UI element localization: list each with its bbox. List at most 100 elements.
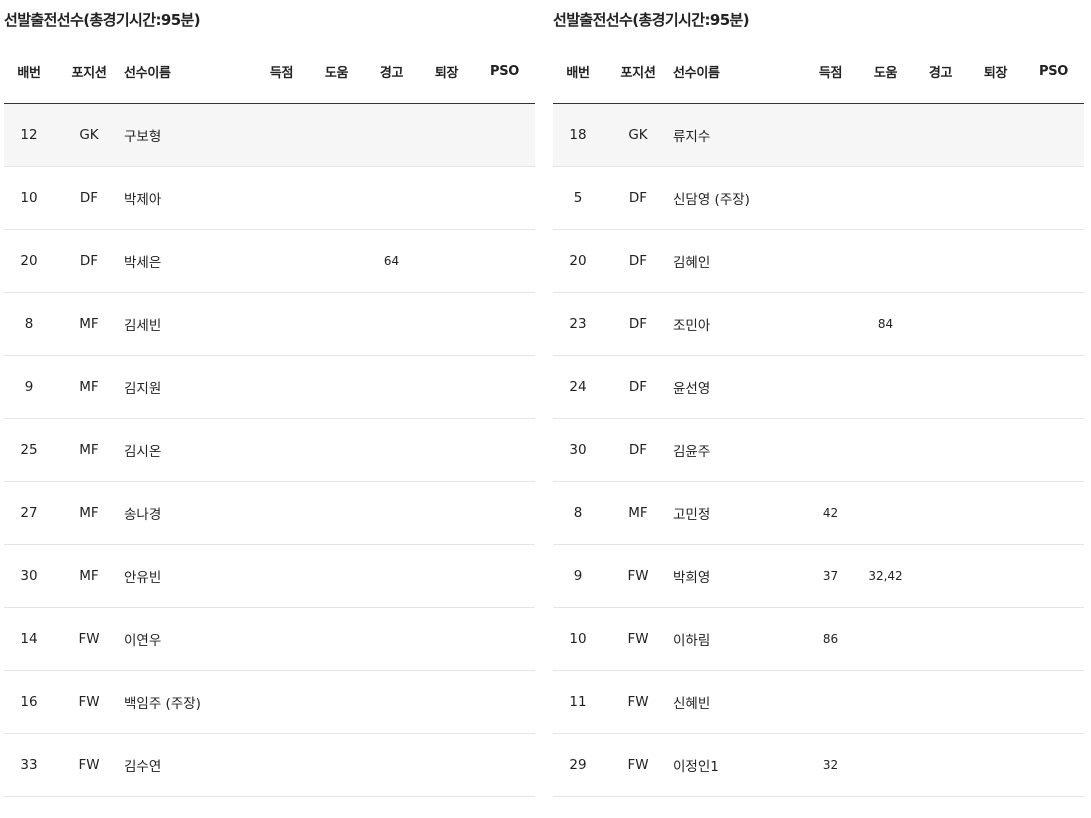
player-pso bbox=[1023, 481, 1084, 545]
player-ejections bbox=[968, 229, 1023, 293]
player-ejections bbox=[968, 607, 1023, 671]
player-goals bbox=[254, 481, 309, 545]
player-name: 박세은 bbox=[124, 229, 254, 293]
table-row: 16 FW 백임주 (주장) bbox=[4, 670, 535, 734]
player-pso bbox=[474, 292, 535, 356]
player-number: 33 bbox=[4, 733, 54, 797]
table-row: 18 GK 류지수 bbox=[553, 103, 1084, 167]
header-goals: 득점 bbox=[803, 40, 858, 104]
lineup-table: 배번 포지션 선수이름 득점 도움 경고 퇴장 PSO 18 GK 류지수 5 DF 신담… bbox=[553, 40, 1084, 797]
player-position: DF bbox=[54, 166, 124, 230]
player-position: GK bbox=[603, 103, 673, 167]
player-position: FW bbox=[54, 607, 124, 671]
player-ejections bbox=[968, 670, 1023, 734]
player-pso bbox=[474, 733, 535, 797]
player-assists bbox=[858, 670, 913, 734]
player-number: 5 bbox=[553, 166, 603, 230]
player-warnings bbox=[364, 166, 419, 230]
lineup-table-body: 12 GK 구보형 10 DF 박제아 20 DF 박세은 64 8 MF 김세빈 9 MF 김지원 25 MF 김… bbox=[4, 103, 535, 797]
player-name: 김세빈 bbox=[124, 292, 254, 356]
table-row: 27 MF 송나경 bbox=[4, 481, 535, 545]
player-assists bbox=[309, 418, 364, 482]
player-position: MF bbox=[54, 355, 124, 419]
player-number: 14 bbox=[4, 607, 54, 671]
player-ejections bbox=[419, 481, 474, 545]
player-goals bbox=[803, 103, 858, 167]
player-goals bbox=[254, 607, 309, 671]
player-warnings bbox=[364, 103, 419, 167]
player-position: MF bbox=[603, 481, 673, 545]
table-row: 10 FW 이하림 86 bbox=[553, 607, 1084, 671]
player-ejections bbox=[968, 103, 1023, 167]
player-warnings bbox=[364, 418, 419, 482]
header-pso: PSO bbox=[1023, 40, 1084, 104]
player-warnings bbox=[364, 292, 419, 356]
player-ejections bbox=[419, 229, 474, 293]
player-assists bbox=[858, 418, 913, 482]
player-ejections bbox=[419, 355, 474, 419]
table-row: 8 MF 고민정 42 bbox=[553, 481, 1084, 545]
table-row: 20 DF 박세은 64 bbox=[4, 229, 535, 293]
player-position: DF bbox=[603, 355, 673, 419]
player-number: 9 bbox=[4, 355, 54, 419]
player-position: MF bbox=[54, 418, 124, 482]
player-name: 박제아 bbox=[124, 166, 254, 230]
player-warnings bbox=[364, 544, 419, 608]
player-goals bbox=[803, 418, 858, 482]
table-row: 25 MF 김시온 bbox=[4, 418, 535, 482]
player-assists bbox=[858, 103, 913, 167]
player-warnings bbox=[913, 103, 968, 167]
player-warnings bbox=[364, 355, 419, 419]
player-assists: 84 bbox=[858, 292, 913, 356]
player-ejections bbox=[968, 418, 1023, 482]
player-goals bbox=[803, 229, 858, 293]
player-warnings bbox=[913, 544, 968, 608]
table-row: 8 MF 김세빈 bbox=[4, 292, 535, 356]
player-ejections bbox=[419, 166, 474, 230]
player-position: FW bbox=[54, 670, 124, 734]
header-assists: 도움 bbox=[309, 40, 364, 104]
table-row: 29 FW 이정인1 32 bbox=[553, 733, 1084, 797]
player-name: 김수연 bbox=[124, 733, 254, 797]
left-lineup-panel: 선발출전선수(총경기시간:95분) 배번 포지션 선수이름 득점 도움 경고 퇴… bbox=[4, 0, 535, 797]
header-player-name: 선수이름 bbox=[124, 40, 254, 104]
player-number: 8 bbox=[4, 292, 54, 356]
player-name: 윤선영 bbox=[673, 355, 803, 419]
player-name: 구보형 bbox=[124, 103, 254, 167]
player-pso bbox=[1023, 103, 1084, 167]
player-ejections bbox=[968, 481, 1023, 545]
player-goals: 37 bbox=[803, 544, 858, 608]
table-row: 9 MF 김지원 bbox=[4, 355, 535, 419]
player-assists bbox=[858, 229, 913, 293]
player-number: 23 bbox=[553, 292, 603, 356]
player-number: 30 bbox=[4, 544, 54, 608]
table-row: 33 FW 김수연 bbox=[4, 733, 535, 797]
player-pso bbox=[1023, 355, 1084, 419]
player-number: 29 bbox=[553, 733, 603, 797]
player-position: FW bbox=[603, 733, 673, 797]
player-assists bbox=[309, 292, 364, 356]
table-row: 5 DF 신담영 (주장) bbox=[553, 166, 1084, 230]
table-row: 23 DF 조민아 84 bbox=[553, 292, 1084, 356]
player-warnings bbox=[913, 166, 968, 230]
header-number: 배번 bbox=[553, 40, 603, 104]
player-number: 10 bbox=[553, 607, 603, 671]
player-number: 24 bbox=[553, 355, 603, 419]
player-number: 10 bbox=[4, 166, 54, 230]
player-position: MF bbox=[54, 544, 124, 608]
player-assists bbox=[309, 103, 364, 167]
player-goals bbox=[803, 166, 858, 230]
player-name: 박희영 bbox=[673, 544, 803, 608]
player-position: DF bbox=[603, 229, 673, 293]
player-ejections bbox=[419, 418, 474, 482]
player-position: DF bbox=[54, 229, 124, 293]
player-assists bbox=[309, 544, 364, 608]
player-warnings bbox=[913, 733, 968, 797]
player-position: FW bbox=[603, 607, 673, 671]
player-warnings bbox=[913, 670, 968, 734]
header-pso: PSO bbox=[474, 40, 535, 104]
player-goals bbox=[254, 166, 309, 230]
header-player-name: 선수이름 bbox=[673, 40, 803, 104]
player-pso bbox=[1023, 733, 1084, 797]
player-number: 16 bbox=[4, 670, 54, 734]
